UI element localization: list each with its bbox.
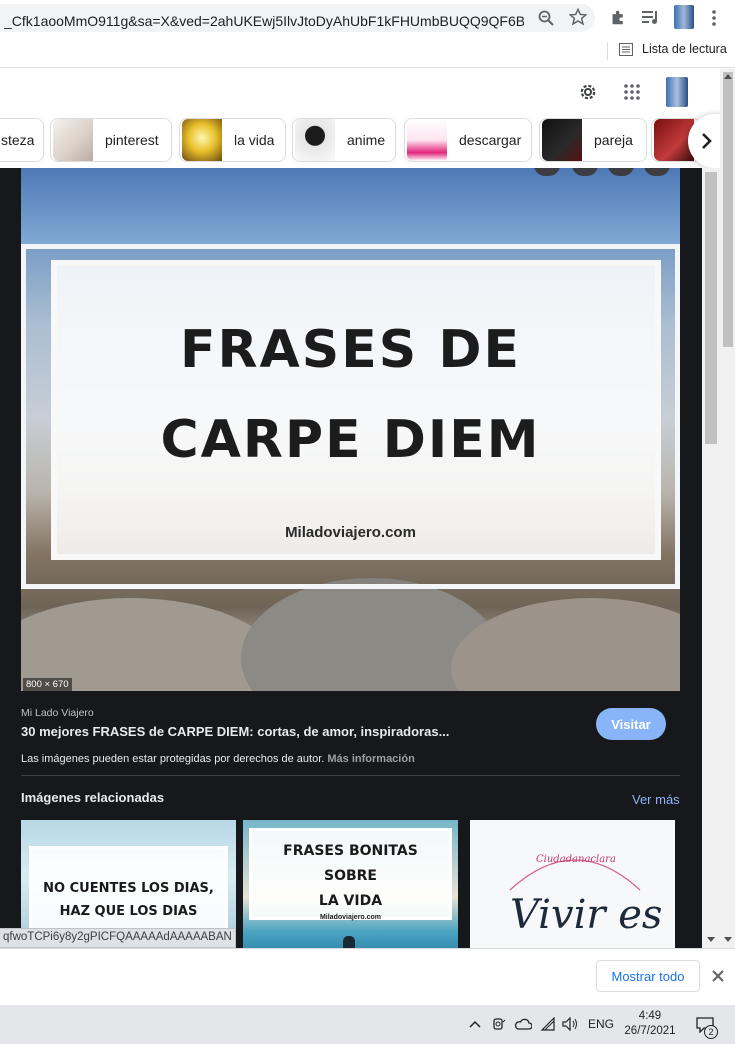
onedrive-cloud-icon[interactable] [513,1014,533,1034]
image-source[interactable]: Mi Lado Viajero [21,707,94,719]
tray-chevron-up-icon[interactable] [467,1014,483,1034]
show-all-downloads-button[interactable]: Mostrar todo [596,960,700,992]
reading-list-icon[interactable] [618,41,634,57]
clock-date: 26/7/2021 [624,1025,676,1037]
chip-tristeza[interactable]: steza [0,118,44,162]
more-info-link[interactable]: Más información [327,753,414,765]
chip-pinterest[interactable]: pinterest [50,118,172,162]
preview-image[interactable]: FRASES DE CARPE DIEM Miladoviajero.com [21,168,680,691]
chevron-right-icon [702,133,712,149]
image-watermark: Miladoviajero.com [285,524,416,541]
image-preview-panel: FRASES DE CARPE DIEM Miladoviajero.com [0,168,702,948]
visit-button[interactable]: Visitar [596,708,666,740]
zoom-icon[interactable] [536,8,556,28]
chip-label: pareja [594,132,633,148]
scroll-down-arrow-icon[interactable] [703,932,719,946]
link-status-bubble: qfwoTCPi6y8y2gPICFQAAAAAdAAAAABAN [0,928,236,948]
profile-avatar[interactable] [674,5,694,29]
image-text-line1: FRASES DE [179,320,522,380]
see-more-link[interactable]: Ver más [632,792,680,807]
clock-time: 4:49 [638,1010,662,1022]
notification-count-badge: 2 [704,1025,718,1039]
wifi-icon[interactable] [539,1014,557,1034]
image-title[interactable]: 30 mejores FRASES de CARPE DIEM: cortas,… [21,724,449,739]
extensions-icon[interactable] [608,7,628,27]
panel-scrollbar-thumb[interactable] [705,172,717,444]
volume-icon[interactable] [561,1014,581,1034]
apps-grid-icon[interactable] [622,82,642,102]
meet-now-icon[interactable] [491,1014,507,1034]
menu-icon[interactable] [706,8,722,28]
chip-thumbnail [542,119,582,161]
divider [21,775,680,776]
chip-la-vida[interactable]: la vida [179,118,286,162]
image-dimensions: 800 × 670 [23,678,72,691]
clock[interactable]: 4:49 26/7/2021 [620,1009,680,1039]
chip-thumbnail [295,119,335,161]
chip-anime[interactable]: anime [292,118,396,162]
chip-descargar[interactable]: descargar [404,118,532,162]
chip-label: steza [1,132,35,148]
chip-label: la vida [234,132,275,148]
scroll-down-arrow-icon[interactable] [720,932,735,946]
url-text[interactable]: _Cfk1aooMmO911g&sa=X&ved=2ahUKEwj5IlvJto… [4,13,524,29]
scroll-up-arrow-icon[interactable] [720,69,735,83]
account-avatar[interactable] [666,77,688,107]
image-text-line2: CARPE DIEM [160,410,541,470]
related-search-chips: steza pinterest la vida anime descargar … [0,117,720,167]
chip-thumbnail [407,119,447,161]
chip-label: pinterest [105,132,159,148]
chip-thumbnail [53,119,93,161]
reading-list-button[interactable]: Lista de lectura [642,42,727,56]
omnibox[interactable]: _Cfk1aooMmO911g&sa=X&ved=2ahUKEwj5IlvJto… [0,4,595,32]
settings-gear-icon[interactable] [577,81,599,103]
bookmark-star-icon[interactable] [568,7,588,27]
close-download-bar-icon[interactable] [708,964,728,988]
page-scrollbar-thumb[interactable] [723,72,733,347]
chip-label: descargar [459,132,522,148]
separator [607,42,608,60]
copyright-text: Las imágenes pueden estar protegidas por… [21,753,325,765]
chip-pareja[interactable]: pareja [539,118,647,162]
related-images-heading: Imágenes relacionadas [21,790,165,805]
chip-thumbnail [182,119,222,161]
chip-label: anime [347,132,386,148]
media-control-icon[interactable] [640,7,662,27]
rock-shape [451,598,680,691]
input-language[interactable]: ENG [588,1017,614,1031]
copyright-notice: Las imágenes pueden estar protegidas por… [21,753,415,765]
